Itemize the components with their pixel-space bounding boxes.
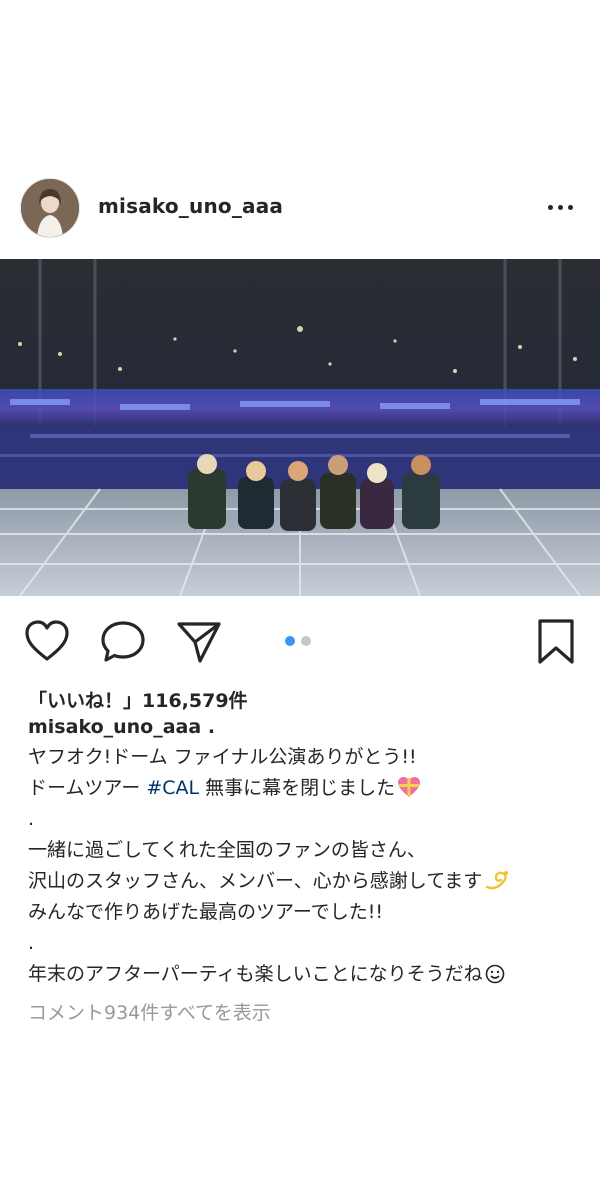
carousel-dot [301,636,311,646]
caption-separator: . [207,716,216,738]
caption-line: 一緒に過ごしてくれた全国のファンの皆さん、 [28,839,426,861]
caption-line: ヤフオク!ドーム ファイナル公演ありがとう!! [28,746,417,768]
avatar[interactable] [20,178,80,238]
carousel-dot-active [285,636,295,646]
caption-line: . [28,932,35,954]
bookmark-icon[interactable] [536,618,576,666]
caption-line: 年末のアフターパーティも楽しいことになりそうだね [28,959,588,990]
caption-line: みんなで作りあげた最高のツアーでした!! [28,901,383,923]
more-horizontal-icon[interactable] [540,196,580,218]
heart-icon[interactable] [24,620,70,662]
caption-line-text: 年末のアフターパーティも楽しいことになりそうだね [28,963,483,985]
post-photo[interactable] [0,259,600,596]
gift-heart-emoji-icon [397,776,421,808]
caption-line-text: 沢山のスタッフさん、メンバー、心から感謝してます [28,870,483,892]
caption-line: . [28,808,35,830]
caption-line-text: ドームツアー [28,777,147,799]
send-icon[interactable] [176,620,222,664]
dizzy-emoji-icon [484,869,510,901]
likes-count[interactable]: 「いいね！」116,579件 [28,686,248,713]
post-header: misako_uno_aaa [0,178,600,240]
smiley-emoji-icon [485,963,505,994]
action-bar [0,612,600,672]
caption-line-text: 無事に幕を閉じました [199,777,396,799]
post-username[interactable]: misako_uno_aaa [98,194,283,218]
comment-icon[interactable] [100,620,146,664]
caption-line: 沢山のスタッフさん、メンバー、心から感謝してます [28,866,588,897]
caption-username[interactable]: misako_uno_aaa [28,716,201,738]
view-all-comments-link[interactable]: コメント934件すべてを表示 [28,998,271,1025]
hashtag-link[interactable]: #CAL [146,777,199,799]
caption-header: misako_uno_aaa . [28,716,215,738]
carousel-indicator [285,636,311,646]
caption-text: ヤフオク!ドーム ファイナル公演ありがとう!! ドームツアー #CAL 無事に幕… [28,742,588,990]
caption-line: ドームツアー #CAL 無事に幕を閉じました [28,773,588,804]
